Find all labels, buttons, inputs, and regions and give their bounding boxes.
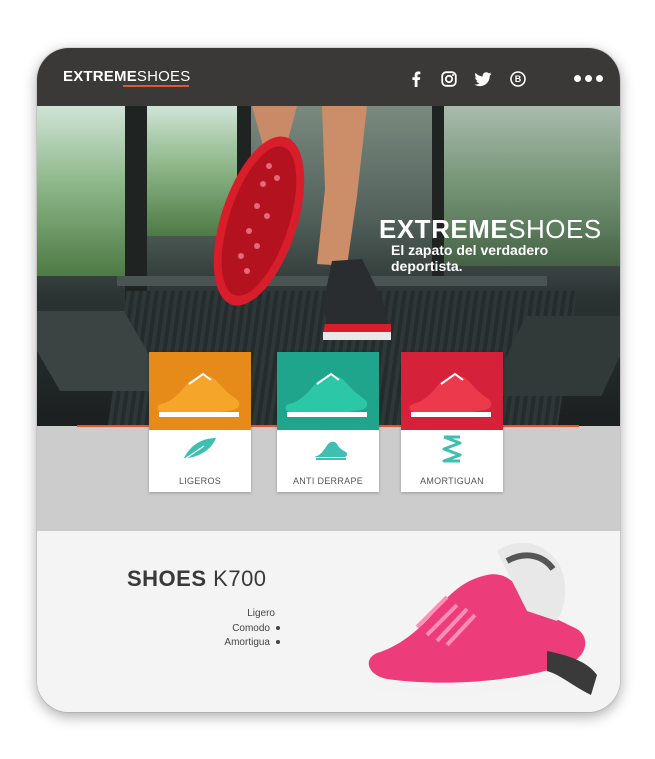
spring-icon xyxy=(432,434,472,464)
hero-title-light: SHOES xyxy=(508,214,602,244)
instagram-icon[interactable] xyxy=(440,70,458,88)
facebook-icon[interactable] xyxy=(407,70,425,88)
feature-card-anti-derrape[interactable]: ANTI DERRAPE xyxy=(277,352,379,492)
orange-shoe-image xyxy=(149,352,251,430)
logo-light-text: SHOES xyxy=(136,68,191,85)
product-feature-item: Ligero xyxy=(247,608,275,619)
device-frame: EXTREMESHOES B EXTREMESHOES El zapato de… xyxy=(37,48,620,712)
behance-icon[interactable]: B xyxy=(509,70,527,88)
background-window xyxy=(37,106,127,276)
hero-subtitle: El zapato del verdadero deportista. xyxy=(391,242,549,274)
feature-label: ANTI DERRAPE xyxy=(292,476,364,486)
logo-underline xyxy=(123,85,189,87)
red-shoe-image xyxy=(401,352,503,430)
twitter-icon[interactable] xyxy=(474,70,492,88)
svg-text:B: B xyxy=(515,74,522,84)
shoe-icon xyxy=(308,434,348,464)
teal-shoe-image xyxy=(277,352,379,430)
hero-title: EXTREMESHOES xyxy=(379,214,602,245)
more-menu-icon[interactable] xyxy=(574,75,603,82)
product-title: SHOES K700 xyxy=(127,566,267,592)
feature-label: AMORTIGUAN xyxy=(420,476,484,486)
feature-card-amortiguan[interactable]: AMORTIGUAN xyxy=(401,352,503,492)
product-feature-item: Comodo xyxy=(232,623,280,634)
top-navbar: EXTREMESHOES B xyxy=(37,48,620,106)
logo-bold-text: EXTREME xyxy=(63,68,137,85)
product-feature-item: Amortigua xyxy=(224,637,280,648)
pink-shoe-image xyxy=(367,542,597,696)
hero-title-bold: EXTREME xyxy=(379,214,509,244)
feature-label: LIGEROS xyxy=(178,476,222,486)
product-title-bold: SHOES xyxy=(127,566,207,591)
feature-card-ligeros[interactable]: LIGEROS xyxy=(149,352,251,492)
product-title-light: K700 xyxy=(213,566,267,591)
product-section: SHOES K700 Ligero Comodo Amortigua xyxy=(37,531,620,712)
brand-logo[interactable]: EXTREMESHOES xyxy=(63,68,190,85)
feather-icon xyxy=(180,434,220,464)
runner-legs-image xyxy=(213,106,391,340)
